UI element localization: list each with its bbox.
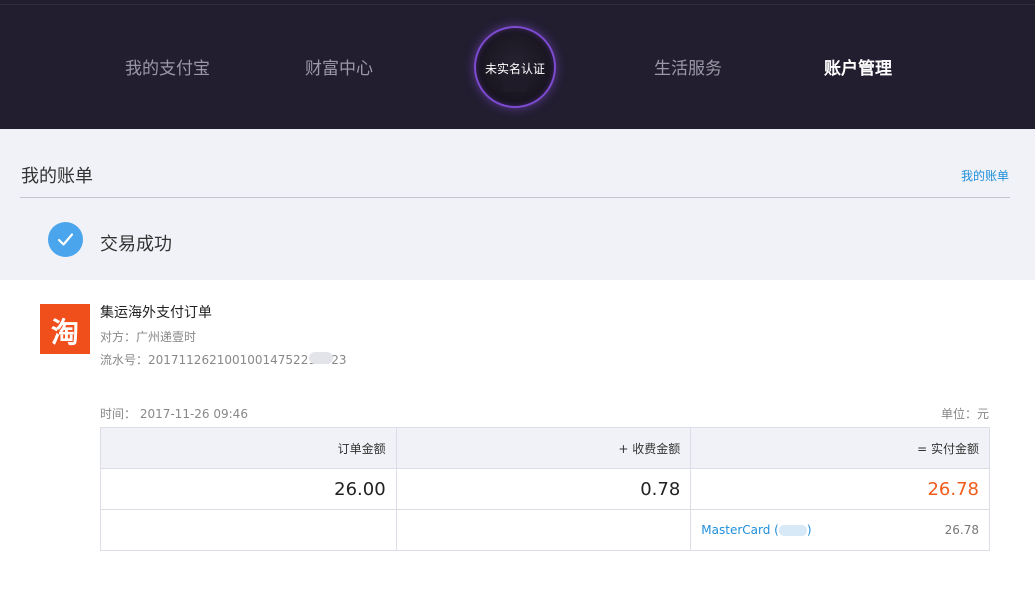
counterparty: 对方：广州递壹时 bbox=[100, 330, 197, 344]
check-circle-icon bbox=[48, 222, 83, 257]
top-navigation: 我的支付宝 财富中心 未实名认证 生活服务 账户管理 bbox=[0, 0, 1035, 129]
serial-redaction bbox=[309, 352, 333, 364]
paid-amount-value: 26.78 bbox=[690, 468, 990, 510]
header-paid-amount: = 实付金额 bbox=[690, 427, 990, 469]
nav-my-alipay[interactable]: 我的支付宝 bbox=[125, 54, 210, 79]
transaction-time: 时间： 2017-11-26 09:46 bbox=[100, 407, 248, 421]
my-bill-link[interactable]: 我的账单 bbox=[961, 167, 1009, 184]
page-title: 我的账单 bbox=[21, 166, 93, 187]
transaction-status: 交易成功 bbox=[100, 234, 172, 255]
nav-top-border bbox=[0, 4, 1035, 5]
taobao-logo: 淘 bbox=[40, 304, 90, 354]
nav-wealth-center[interactable]: 财富中心 bbox=[305, 54, 373, 79]
bill-header-section bbox=[0, 129, 1035, 280]
avatar[interactable]: 未实名认证 bbox=[474, 26, 556, 108]
card-number-redaction bbox=[778, 525, 807, 536]
table-value-row: 26.00 0.78 26.78 bbox=[100, 468, 990, 510]
payment-method-link[interactable]: MasterCard () bbox=[701, 523, 811, 537]
header-fee-amount: + 收费金额 bbox=[395, 427, 692, 469]
payment-method-close: ) bbox=[806, 523, 812, 537]
currency-unit: 单位：元 bbox=[940, 407, 989, 421]
order-amount-value: 26.00 bbox=[100, 468, 397, 510]
taobao-logo-char: 淘 bbox=[50, 316, 79, 349]
nav-life-services[interactable]: 生活服务 bbox=[654, 54, 722, 79]
order-title: 集运海外支付订单 bbox=[100, 305, 212, 321]
amount-table: 订单金额 + 收费金额 = 实付金额 26.00 0.78 26.78 Mast… bbox=[100, 427, 990, 551]
payment-method-amount: 26.78 bbox=[944, 523, 979, 537]
header-divider bbox=[20, 197, 1010, 198]
fee-amount-value: 0.78 bbox=[395, 468, 692, 510]
payment-empty-cell-1 bbox=[100, 509, 397, 551]
header-order-amount: 订单金额 bbox=[100, 427, 397, 469]
payment-method-cell: MasterCard () 26.78 bbox=[690, 509, 990, 551]
payment-method-name: MasterCard ( bbox=[701, 523, 779, 537]
table-header-row: 订单金额 + 收费金额 = 实付金额 bbox=[100, 427, 990, 469]
table-payment-row: MasterCard () 26.78 bbox=[100, 509, 990, 551]
avatar-verification-label: 未实名认证 bbox=[484, 62, 545, 76]
nav-account-management[interactable]: 账户管理 bbox=[824, 54, 892, 79]
payment-empty-cell-2 bbox=[395, 509, 692, 551]
